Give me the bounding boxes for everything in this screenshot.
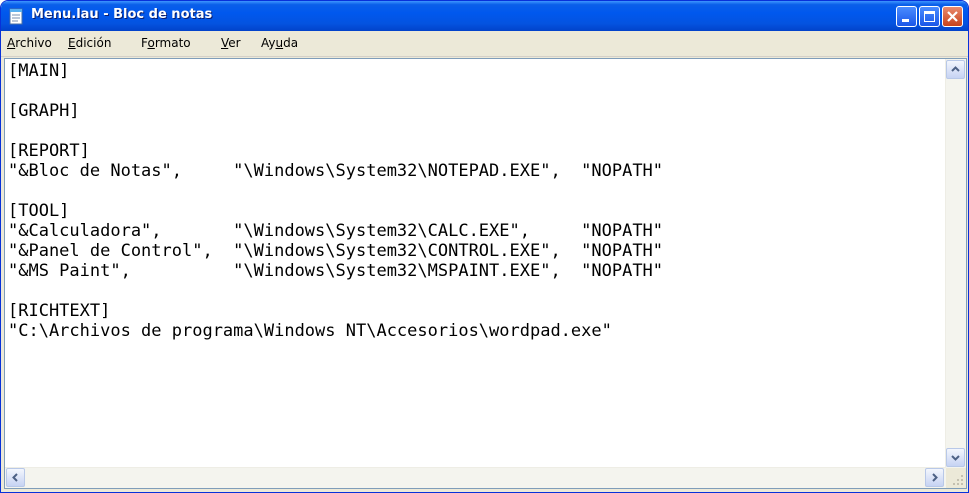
scroll-left-button[interactable] (6, 468, 25, 487)
close-icon (947, 11, 958, 22)
minimize-icon (902, 19, 909, 22)
maximize-button[interactable] (919, 6, 940, 27)
close-button[interactable] (942, 6, 963, 27)
editor: [MAIN] [GRAPH] [REPORT] "&Bloc de Notas"… (4, 58, 967, 489)
chevron-right-icon (932, 473, 938, 482)
maximize-icon (924, 11, 935, 22)
vertical-scrollbar[interactable] (945, 59, 966, 468)
menu-ayuda[interactable]: Ayuda (261, 36, 298, 50)
text-editor[interactable]: [MAIN] [GRAPH] [REPORT] "&Bloc de Notas"… (8, 61, 946, 465)
resize-grip-icon (953, 475, 963, 485)
notepad-window: Menu.lau - Bloc de notas Archivo Edición… (0, 0, 969, 493)
chevron-down-icon (951, 455, 960, 461)
scroll-right-button[interactable] (925, 468, 944, 487)
notepad-icon[interactable] (7, 7, 25, 25)
minimize-button[interactable] (896, 6, 917, 27)
window-title: Menu.lau - Bloc de notas (31, 7, 213, 22)
menu-archivo[interactable]: Archivo (7, 36, 52, 50)
scroll-up-button[interactable] (946, 60, 965, 79)
menu-edicion[interactable]: Edición (68, 36, 111, 50)
title-bar[interactable]: Menu.lau - Bloc de notas (1, 1, 968, 31)
chevron-up-icon (951, 66, 960, 72)
resize-grip[interactable] (946, 468, 966, 488)
menu-formato[interactable]: Formato (141, 36, 191, 50)
scroll-down-button[interactable] (946, 448, 965, 467)
menu-ver[interactable]: Ver (221, 36, 241, 50)
horizontal-scrollbar[interactable] (5, 467, 946, 488)
chevron-left-icon (12, 473, 18, 482)
menu-bar: Archivo Edición Formato Ver Ayuda (1, 31, 968, 57)
